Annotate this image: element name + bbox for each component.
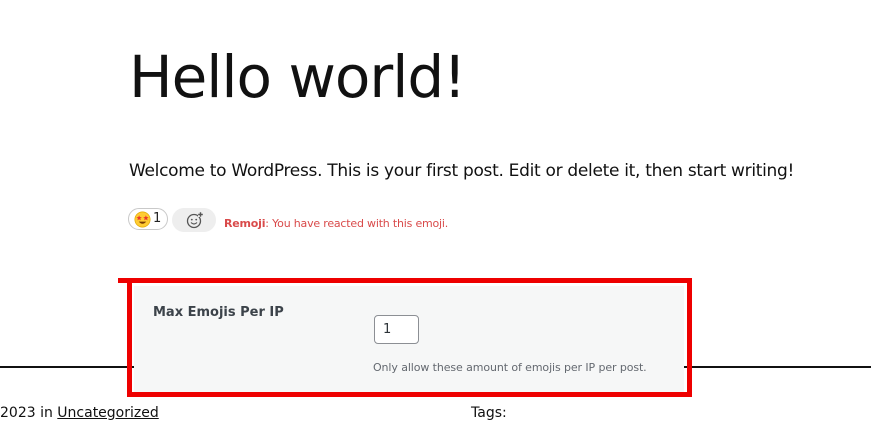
add-reaction-button[interactable] — [172, 208, 216, 232]
notice-plugin-name: Remoji — [224, 217, 266, 230]
post-content: Welcome to WordPress. This is your first… — [129, 161, 795, 181]
star-struck-emoji-icon — [134, 211, 151, 228]
reaction-notice: Remoji: You have reacted with this emoji… — [224, 217, 448, 230]
post-date-text: 2023 in — [0, 405, 58, 421]
reaction-button[interactable]: 1 — [128, 208, 168, 230]
highlight-box — [127, 278, 692, 397]
notice-text: : You have reacted with this emoji. — [265, 217, 449, 230]
tags-label: Tags: — [471, 405, 507, 421]
post-meta: 2023 in Uncategorized — [0, 404, 159, 422]
category-link[interactable]: Uncategorized — [57, 405, 158, 421]
add-emoji-icon — [186, 212, 203, 229]
highlight-box-tab — [118, 278, 130, 283]
post-title: Hello world! — [129, 43, 466, 111]
reaction-count: 1 — [153, 211, 162, 226]
